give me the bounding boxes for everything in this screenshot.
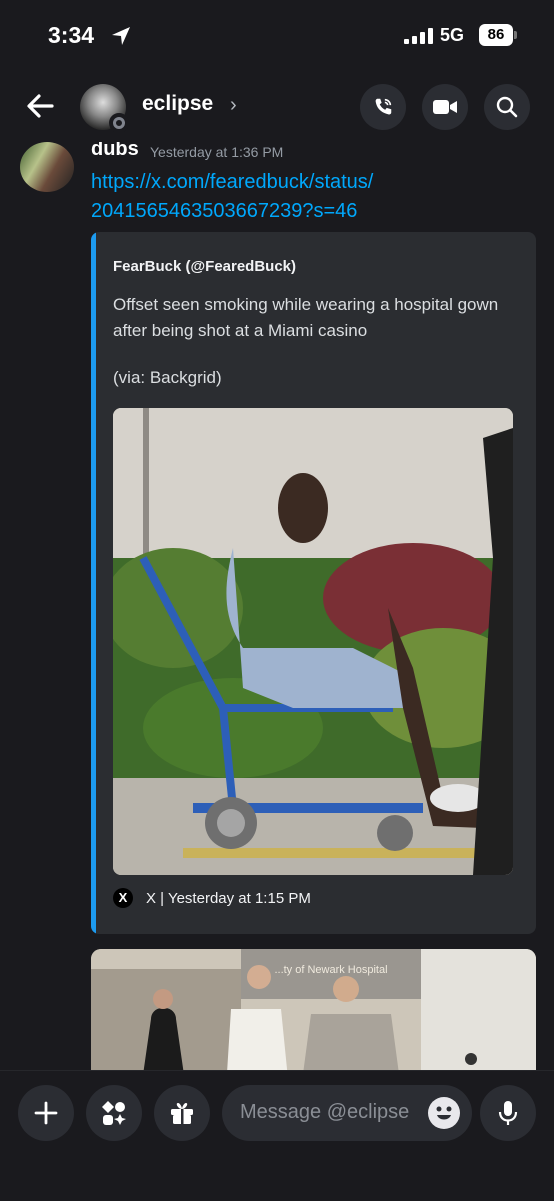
embed-image[interactable] <box>113 408 513 875</box>
battery-cap <box>514 31 517 39</box>
message-author-avatar[interactable] <box>20 142 74 192</box>
channel-title[interactable]: eclipse <box>142 92 213 116</box>
mic-icon <box>498 1101 518 1125</box>
svg-text:...ty of Newark Hospital: ...ty of Newark Hospital <box>274 964 387 976</box>
message-timestamp: Yesterday at 1:36 PM <box>150 144 284 160</box>
status-bar: 3:34 5G 86 <box>0 0 554 72</box>
message-author[interactable]: dubs <box>91 142 139 161</box>
message-link[interactable]: https://x.com/fearedbuck/status/ 2041565… <box>91 168 511 226</box>
attached-image[interactable]: ...ty of Newark Hospital <box>91 949 536 1070</box>
add-attachment-button[interactable] <box>18 1085 74 1141</box>
embed-via: (via: Backgrid) <box>113 368 222 387</box>
embed-accent-bar <box>91 232 96 934</box>
plus-icon <box>34 1101 58 1125</box>
message-link-line1[interactable]: https://x.com/fearedbuck/status/ <box>91 168 511 197</box>
presence-offline-indicator <box>109 113 129 133</box>
phone-icon <box>375 98 392 115</box>
gift-button[interactable] <box>154 1085 210 1141</box>
network-type: 5G <box>440 25 465 45</box>
apps-icon <box>102 1101 126 1125</box>
search-button[interactable] <box>484 84 530 130</box>
video-icon <box>433 100 457 114</box>
attached-photo: ...ty of Newark Hospital <box>91 949 536 1070</box>
embed-photo <box>113 408 513 875</box>
embed-description: Offset seen smoking while wearing a hosp… <box>113 295 499 340</box>
voice-call-button[interactable] <box>360 84 406 130</box>
gift-icon <box>171 1103 193 1124</box>
battery-indicator: 86 <box>479 24 513 46</box>
channel-header: eclipse › <box>0 72 554 142</box>
status-time: 3:34 <box>48 22 95 48</box>
search-icon <box>496 96 518 118</box>
message-composer: Message @eclipse <box>0 1070 554 1201</box>
embed-author[interactable]: FearBuck (@FearedBuck) <box>113 258 296 275</box>
message-link-line2[interactable]: 2041565463503667239?s=46 <box>91 197 511 226</box>
signal-icon <box>404 28 433 44</box>
chevron-right-icon[interactable]: › <box>230 94 237 117</box>
embed-footer: X | Yesterday at 1:15 PM <box>146 890 311 907</box>
user-avatar[interactable] <box>80 84 129 133</box>
link-embed[interactable]: FearBuck (@FearedBuck) Offset seen smoki… <box>91 232 536 934</box>
message-input-placeholder: Message @eclipse <box>240 1101 410 1123</box>
message-list[interactable]: dubs Yesterday at 1:36 PM https://x.com/… <box>0 142 554 1070</box>
location-arrow-icon <box>112 27 130 45</box>
message-input[interactable]: Message @eclipse <box>222 1085 472 1141</box>
video-call-button[interactable] <box>422 84 468 130</box>
apps-button[interactable] <box>86 1085 142 1141</box>
x-logo-icon: X <box>113 888 133 908</box>
voice-message-button[interactable] <box>480 1085 536 1141</box>
emoji-icon[interactable] <box>428 1097 460 1129</box>
back-arrow-icon[interactable] <box>24 90 56 122</box>
